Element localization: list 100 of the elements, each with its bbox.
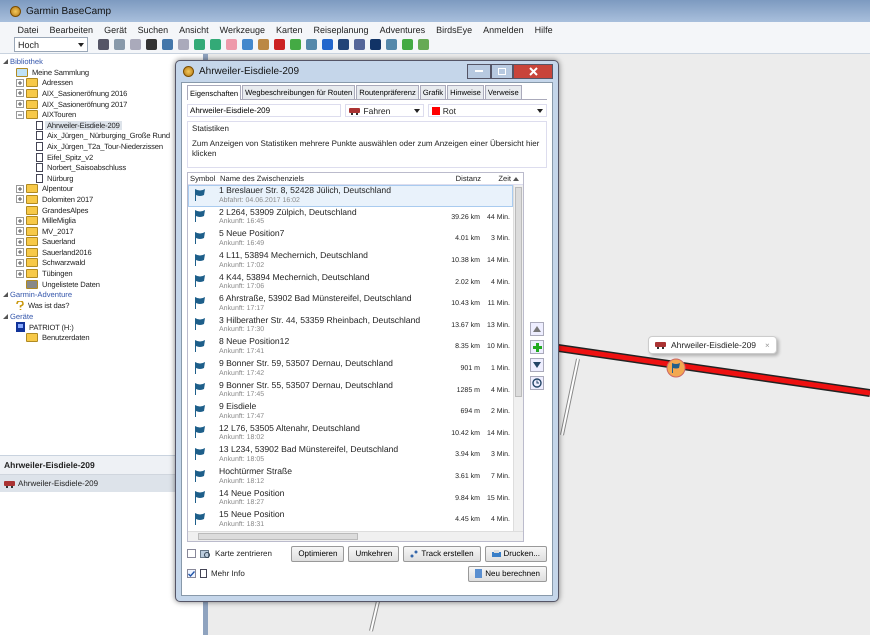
vertical-scrollbar[interactable] xyxy=(513,185,523,530)
folder-icon xyxy=(26,184,38,194)
waypoint-name: 14 Neue Position xyxy=(219,488,286,498)
waypoint-name: 4 K44, 53894 Mechernich, Deutschland xyxy=(219,272,370,282)
menu-item[interactable]: Hilfe xyxy=(529,25,558,35)
expand-icon[interactable] xyxy=(16,258,24,267)
toolbar-icon[interactable] xyxy=(162,39,173,50)
menu-item[interactable]: Werkzeuge xyxy=(214,25,270,35)
flag-icon xyxy=(194,209,206,222)
window-title: Garmin BaseCamp xyxy=(26,6,112,16)
folder-icon xyxy=(26,333,38,342)
toolbar-icon[interactable] xyxy=(322,39,333,50)
flag-icon xyxy=(194,188,206,201)
app-icon xyxy=(183,66,194,77)
waypoint-name: 9 Bonner Str. 55, 53507 Dernau, Deutschland xyxy=(219,380,394,390)
clock-button[interactable] xyxy=(530,376,544,390)
flag-icon xyxy=(194,252,206,266)
waypoint-name: 1 Breslauer Str. 8, 52428 Jülich, Deutschland xyxy=(219,186,392,196)
horizontal-scrollbar[interactable] xyxy=(188,530,523,540)
folder-icon xyxy=(16,68,28,77)
menu-item[interactable]: Adventures xyxy=(374,25,431,35)
collapse-triangle-icon[interactable] xyxy=(3,59,8,64)
close-icon xyxy=(528,67,538,76)
name-field[interactable]: Ahrweiler-Eisdiele-209 xyxy=(187,104,342,117)
move-up-button[interactable] xyxy=(530,322,544,336)
activity-select[interactable]: Fahren xyxy=(345,104,424,117)
profile-select[interactable]: Hoch xyxy=(14,37,88,52)
expand-icon[interactable] xyxy=(16,248,24,256)
menu-item[interactable]: Reiseplanung xyxy=(308,25,374,35)
folder-icon xyxy=(26,206,38,215)
waypoint-marker-icon xyxy=(666,358,686,378)
track-icon xyxy=(410,550,418,558)
folder-icon xyxy=(26,280,38,289)
folder-icon xyxy=(26,216,38,226)
folder-icon xyxy=(26,110,38,120)
toolbar-icon[interactable] xyxy=(146,39,157,50)
toolbar-icon[interactable] xyxy=(274,39,285,50)
checkbox-label: Karte zentrieren xyxy=(215,549,272,558)
toolbar-icon[interactable] xyxy=(370,39,381,50)
menu-item[interactable]: Bearbeiten xyxy=(44,25,99,35)
dialog-button[interactable]: Drucken... xyxy=(484,546,547,562)
plus-icon xyxy=(532,342,542,352)
caret-icon xyxy=(414,108,420,112)
collapse-triangle-icon[interactable] xyxy=(3,314,8,320)
scroll-up-icon[interactable] xyxy=(513,176,519,180)
car-icon xyxy=(4,480,15,488)
toolbar-icon[interactable] xyxy=(98,39,109,50)
expand-icon[interactable] xyxy=(16,184,24,193)
expand-icon[interactable] xyxy=(16,195,24,204)
flag-icon xyxy=(194,382,206,396)
menu-item[interactable]: Ansicht xyxy=(174,25,214,35)
menu-item[interactable]: Gerät xyxy=(98,25,132,35)
print-icon xyxy=(492,550,501,558)
folder-icon xyxy=(26,269,38,278)
center-map-checkbox[interactable] xyxy=(187,549,196,558)
menu-item[interactable]: Suchen xyxy=(132,25,174,35)
menu-item[interactable]: Karten xyxy=(270,25,308,35)
app-icon xyxy=(10,6,21,16)
question-icon xyxy=(16,301,24,310)
expand-icon[interactable] xyxy=(16,78,24,87)
expand-icon[interactable] xyxy=(16,270,24,278)
close-button[interactable] xyxy=(513,64,553,79)
dialog-button[interactable]: Optimieren xyxy=(291,546,344,562)
expand-icon[interactable] xyxy=(16,89,24,98)
expand-icon[interactable] xyxy=(16,238,24,246)
toolbar-icon[interactable] xyxy=(354,39,365,50)
more-info-checkbox[interactable] xyxy=(187,569,196,578)
folder-icon xyxy=(26,88,38,98)
flag-icon xyxy=(194,404,206,417)
maximize-button[interactable] xyxy=(491,64,513,79)
collapse-triangle-icon[interactable] xyxy=(3,292,8,298)
maximize-icon xyxy=(498,68,506,75)
up-triangle-icon xyxy=(533,326,541,332)
color-select[interactable]: Rot xyxy=(428,104,547,117)
folder-icon xyxy=(26,226,38,236)
recalculate-button[interactable]: Neu berechnen xyxy=(468,566,547,582)
expand-icon[interactable] xyxy=(16,100,24,108)
toolbar-icon[interactable] xyxy=(338,39,349,50)
waypoint-name: Hochtürmer Straße xyxy=(219,467,294,477)
dialog-button[interactable]: Umkehren xyxy=(348,546,400,562)
expand-icon[interactable] xyxy=(16,227,24,236)
car-icon xyxy=(349,106,360,114)
collapse-icon[interactable] xyxy=(16,110,24,119)
expand-icon[interactable] xyxy=(16,216,24,225)
flag-icon xyxy=(194,230,206,244)
menu-item[interactable]: BirdsEye xyxy=(430,25,478,35)
waypoint-name: 2 L264, 53909 Zülpich, Deutschland xyxy=(219,208,358,218)
move-down-button[interactable] xyxy=(530,358,544,372)
folder-icon xyxy=(26,100,38,109)
menu-item[interactable]: Anmelden xyxy=(478,25,530,35)
folder-icon xyxy=(26,194,38,204)
waypoint-name: 4 L11, 53894 Mechernich, Deutschland xyxy=(219,251,369,261)
waypoint-name: 8 Neue Position12 xyxy=(219,337,290,347)
waypoint-name: 15 Neue Position xyxy=(219,510,286,520)
minimize-button[interactable] xyxy=(467,64,491,79)
down-triangle-icon xyxy=(533,362,541,368)
waypoint-name: 6 Ahrstraße, 53902 Bad Münstereifel, Deutschland xyxy=(219,294,413,304)
menu-item[interactable]: Datei xyxy=(12,25,44,35)
dialog-button[interactable]: Track erstellen xyxy=(403,546,481,562)
waypoint-name: 3 Hilberather Str. 44, 53359 Rheinbach, Deutschland xyxy=(219,316,422,326)
